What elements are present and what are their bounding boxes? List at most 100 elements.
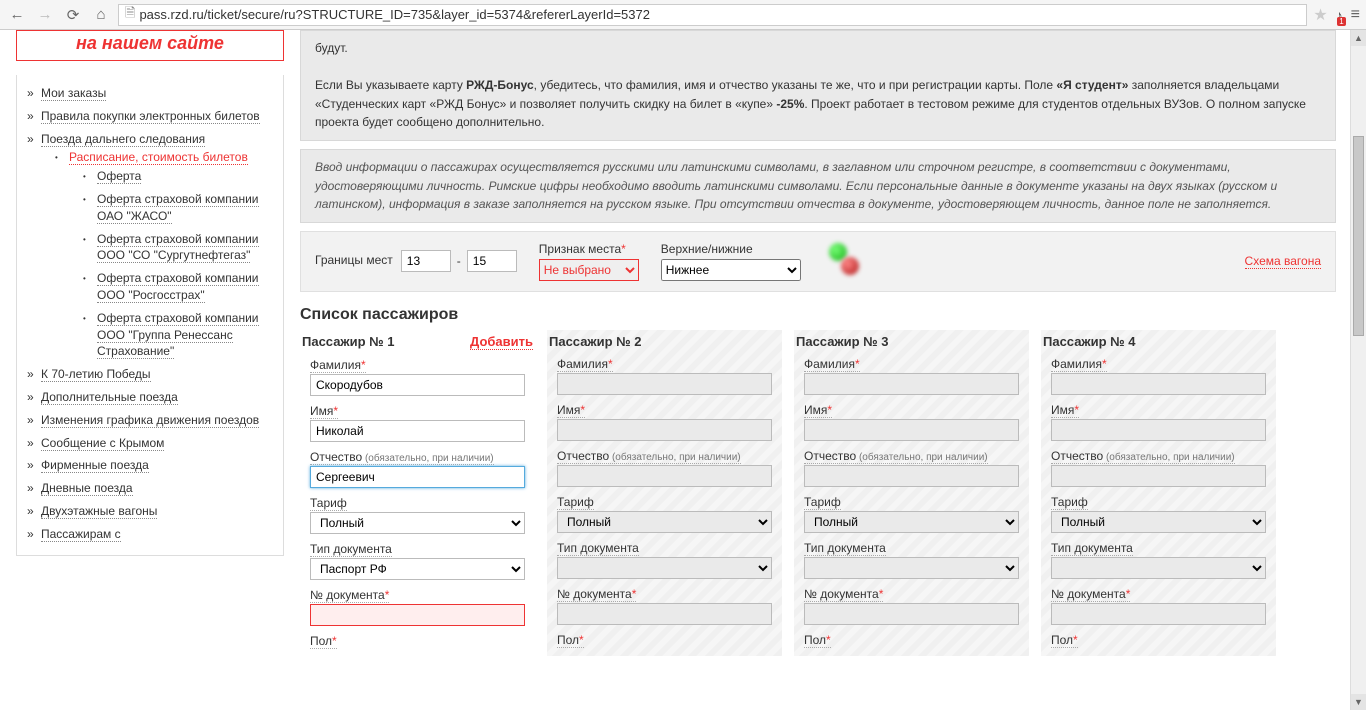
field-label: Отчество (обязательно, при наличии) — [310, 450, 494, 465]
name-input[interactable] — [557, 419, 772, 441]
forward-button[interactable]: → — [34, 4, 56, 26]
passenger-column: Пассажир № 2Фамилия*Имя*Отчество (обязат… — [547, 330, 782, 656]
tariff-input[interactable]: Полный — [1051, 511, 1266, 533]
passenger-column: Пассажир № 1ДобавитьФамилия*Имя*Отчество… — [300, 330, 535, 656]
field-label: Тариф — [804, 495, 841, 510]
patronymic-input[interactable] — [310, 466, 525, 488]
seat-level-select[interactable]: Нижнее — [661, 259, 801, 281]
sidebar-link[interactable]: Изменения графика движения поездов — [41, 413, 259, 428]
field-label: Отчество (обязательно, при наличии) — [1051, 449, 1235, 464]
field-label: Фамилия* — [310, 358, 366, 373]
sidebar-menu: Мои заказы Правила покупки электронных би… — [16, 75, 284, 556]
passenger-title: Пассажир № 3 — [796, 334, 889, 349]
passenger-title: Пассажир № 4 — [1043, 334, 1136, 349]
name-input[interactable] — [1051, 419, 1266, 441]
red-dot-icon — [841, 257, 859, 275]
main-content: будут. Если Вы указываете карту РЖД-Бону… — [300, 30, 1366, 710]
doctype-input[interactable] — [804, 557, 1019, 579]
back-button[interactable]: ← — [6, 4, 28, 26]
sidebar-link[interactable]: Оферта страховой компании ООО "СО "Сургу… — [97, 232, 259, 264]
home-button[interactable]: ⌂ — [90, 4, 112, 26]
music-icon[interactable]: ♪1 — [1336, 7, 1343, 23]
field-label: Имя* — [1051, 403, 1079, 418]
seat-sign-label: Признак места* — [539, 242, 639, 256]
field-label: № документа* — [310, 588, 389, 603]
passenger-column: Пассажир № 3 Фамилия* Имя* Отчество (обязат… — [794, 330, 1029, 656]
sidebar-link[interactable]: Дополнительные поезда — [41, 390, 178, 405]
sidebar-link[interactable]: Оферта страховой компании ООО "Группа Ре… — [97, 311, 259, 360]
surname-input[interactable] — [557, 373, 772, 395]
field-label: Тип документа — [1051, 541, 1133, 556]
patronymic-input[interactable] — [804, 465, 1019, 487]
seat-sign-select[interactable]: Не выбрано — [539, 259, 639, 281]
field-label: Пол* — [557, 633, 584, 648]
field-label: № документа* — [1051, 587, 1130, 602]
bookmark-star-icon[interactable]: ★ — [1313, 5, 1327, 25]
docnum-input[interactable] — [310, 604, 525, 626]
field-label: Пол* — [804, 633, 831, 648]
menu-icon[interactable]: ≡ — [1351, 6, 1360, 24]
field-label: Пол* — [1051, 633, 1078, 648]
passenger-list-title: Список пассажиров — [300, 306, 1336, 324]
passenger-column: Пассажир № 4 Фамилия* Имя* Отчество (обязат… — [1041, 330, 1276, 656]
docnum-input[interactable] — [804, 603, 1019, 625]
surname-input[interactable] — [310, 374, 525, 396]
field-label: Тип документа — [804, 541, 886, 556]
field-label: № документа* — [804, 587, 883, 602]
sidebar-link[interactable]: Правила покупки электронных билетов — [41, 109, 260, 124]
scroll-down-arrow[interactable]: ▼ — [1351, 694, 1366, 710]
field-label: Пол* — [310, 634, 337, 649]
tariff-input[interactable]: Полный — [310, 512, 525, 534]
patronymic-input[interactable] — [1051, 465, 1266, 487]
field-label: Фамилия* — [804, 357, 860, 372]
field-label: № документа* — [557, 587, 636, 602]
doctype-input[interactable]: Паспорт РФ — [310, 558, 525, 580]
promo-banner: на нашем сайте — [16, 30, 284, 61]
add-passenger-link[interactable]: Добавить — [470, 334, 533, 350]
field-label: Тариф — [1051, 495, 1088, 510]
sidebar-link[interactable]: Сообщение с Крымом — [41, 436, 164, 451]
field-label: Имя* — [804, 403, 832, 418]
sidebar-link[interactable]: Оферта страховой компании ООО "Росгосстр… — [97, 271, 259, 303]
sidebar-link[interactable]: К 70-летию Победы — [41, 367, 151, 382]
patronymic-input[interactable] — [557, 465, 772, 487]
sidebar: на нашем сайте Мои заказы Правила покупки… — [0, 30, 300, 710]
sidebar-link[interactable]: Фирменные поезда — [41, 458, 149, 473]
surname-input[interactable] — [804, 373, 1019, 395]
seat-range-label: Границы мест — [315, 253, 393, 267]
sidebar-link[interactable]: Поезда дальнего следования — [41, 132, 205, 147]
field-label: Тип документа — [310, 542, 392, 557]
sidebar-link[interactable]: Оферта страховой компании ОАО "ЖАСО" — [97, 192, 259, 224]
doctype-input[interactable] — [557, 557, 772, 579]
url-bar[interactable]: 🗎 pass.rzd.ru/ticket/secure/ru?STRUCTURE… — [118, 4, 1307, 26]
field-label: Тип документа — [557, 541, 639, 556]
tariff-input[interactable]: Полный — [557, 511, 772, 533]
field-label: Фамилия* — [1051, 357, 1107, 372]
sidebar-link[interactable]: Оферта — [97, 169, 141, 184]
docnum-input[interactable] — [557, 603, 772, 625]
reload-button[interactable]: ⟳ — [62, 4, 84, 26]
name-input[interactable] — [310, 420, 525, 442]
seat-to-input[interactable] — [467, 250, 517, 272]
sidebar-link[interactable]: Расписание, стоимость билетов — [69, 150, 248, 165]
field-label: Отчество (обязательно, при наличии) — [804, 449, 988, 464]
passenger-title: Пассажир № 1 — [302, 334, 395, 350]
tariff-input[interactable]: Полный — [804, 511, 1019, 533]
sidebar-link[interactable]: Пассажирам с — [41, 527, 121, 542]
name-input[interactable] — [804, 419, 1019, 441]
seat-from-input[interactable] — [401, 250, 451, 272]
field-label: Имя* — [557, 403, 585, 418]
sidebar-link[interactable]: Двухэтажные вагоны — [41, 504, 157, 519]
status-dots — [823, 243, 863, 279]
field-label: Отчество (обязательно, при наличии) — [557, 449, 741, 464]
scroll-thumb[interactable] — [1353, 136, 1364, 336]
sidebar-link[interactable]: Дневные поезда — [41, 481, 133, 496]
surname-input[interactable] — [1051, 373, 1266, 395]
wagon-scheme-link[interactable]: Схема вагона — [1245, 254, 1321, 269]
vertical-scrollbar[interactable]: ▲ ▼ — [1350, 30, 1366, 710]
scroll-up-arrow[interactable]: ▲ — [1351, 30, 1366, 46]
sidebar-link[interactable]: Мои заказы — [41, 86, 106, 101]
info-box-1: будут. Если Вы указываете карту РЖД-Бону… — [300, 30, 1336, 141]
docnum-input[interactable] — [1051, 603, 1266, 625]
doctype-input[interactable] — [1051, 557, 1266, 579]
